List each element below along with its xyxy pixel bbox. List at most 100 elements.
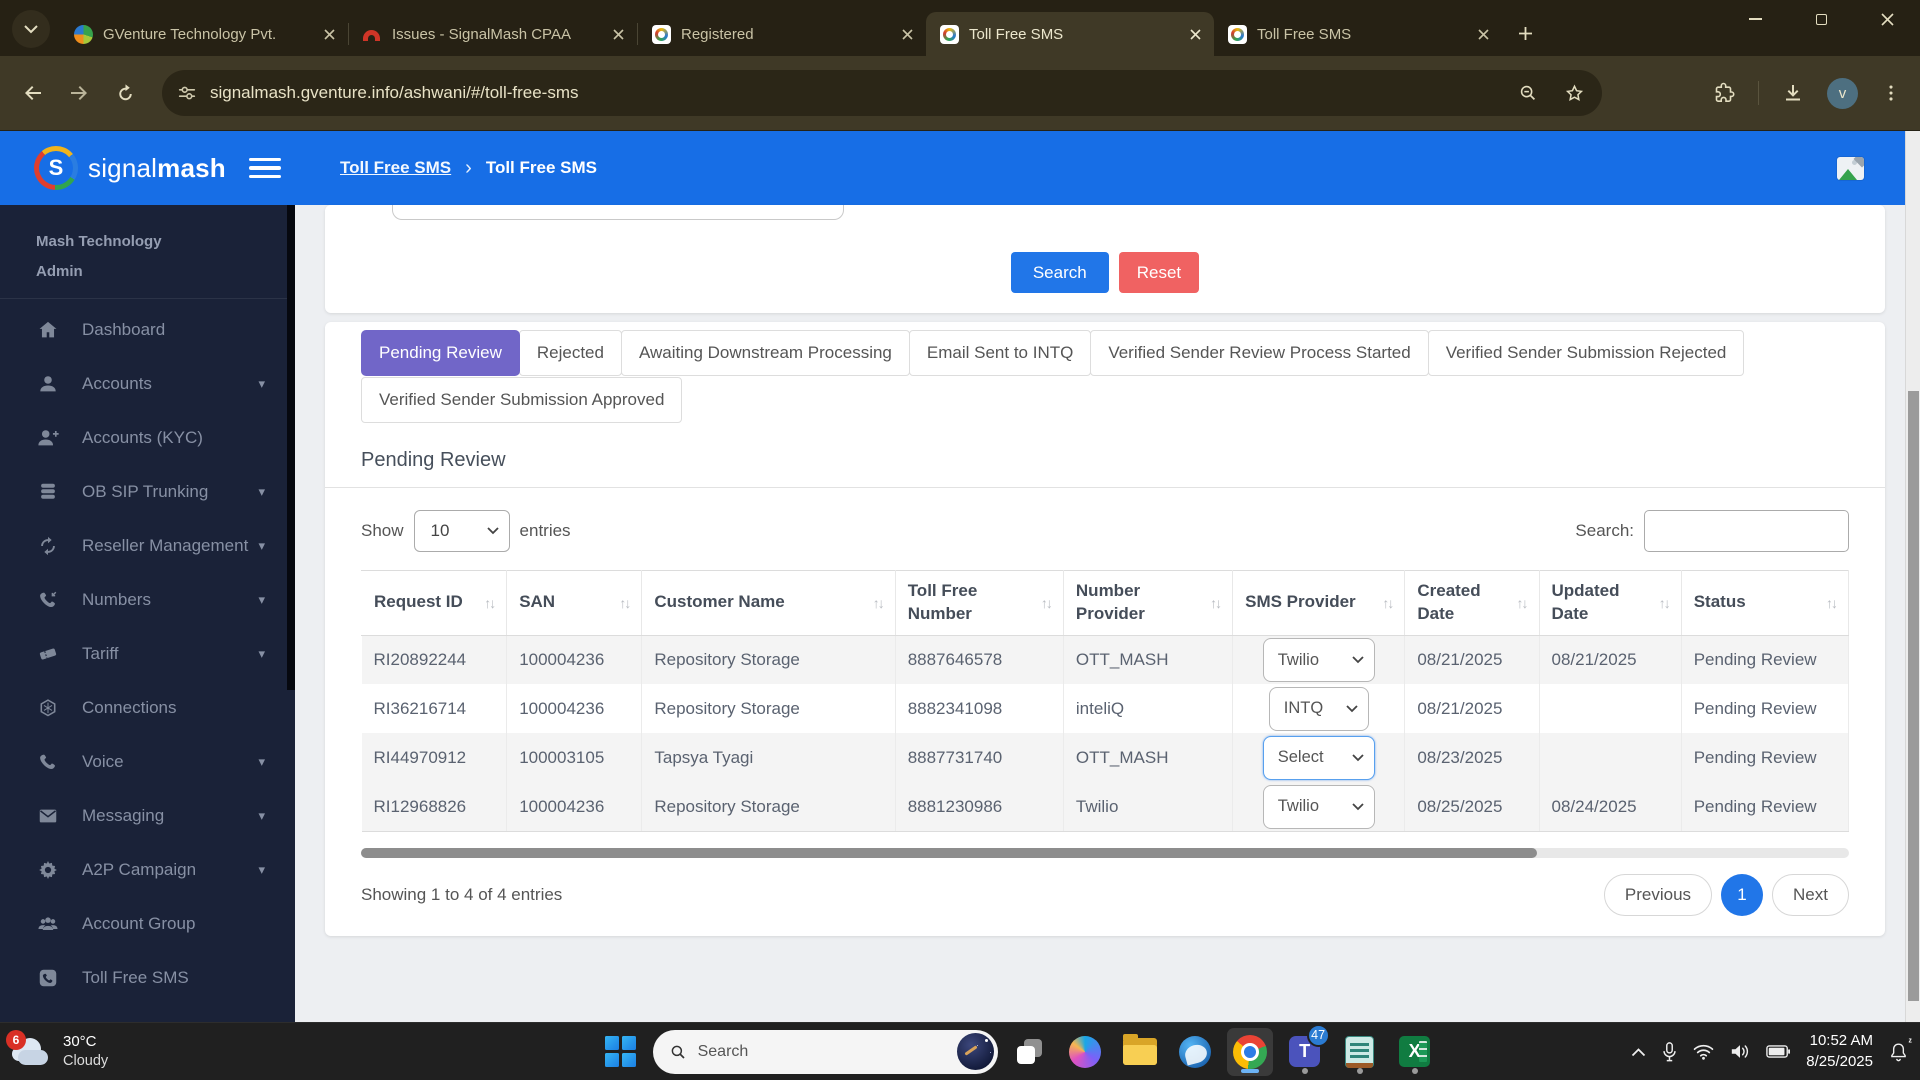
sort-icon[interactable]: [1382, 595, 1392, 611]
taskbar-search[interactable]: Search: [653, 1030, 998, 1074]
wifi-tray-icon[interactable]: [1693, 1044, 1714, 1060]
sidebar-item-tariff[interactable]: Tariff: [0, 627, 295, 681]
page-size-select[interactable]: 10: [414, 510, 510, 552]
reset-button[interactable]: Reset: [1119, 252, 1199, 293]
sort-icon[interactable]: [1517, 595, 1527, 611]
page-vertical-scrollbar[interactable]: [1905, 131, 1920, 1022]
search-highlight-image[interactable]: [957, 1033, 994, 1070]
file-explorer-button[interactable]: [1117, 1028, 1163, 1076]
status-tab-awaiting-downstream[interactable]: Awaiting Downstream Processing: [621, 330, 910, 376]
bookmark-star-icon[interactable]: [1563, 82, 1586, 105]
sort-icon[interactable]: [873, 595, 883, 611]
site-info-icon[interactable]: [176, 82, 198, 104]
notifications-button[interactable]: ᶻ: [1889, 1042, 1908, 1062]
downloads-icon[interactable]: [1781, 81, 1805, 105]
window-minimize-button[interactable]: [1722, 0, 1788, 38]
tab-toll-free-sms-active[interactable]: Toll Free SMS: [926, 12, 1214, 56]
sidebar-item-a2p-campaign[interactable]: A2P Campaign: [0, 843, 295, 897]
col-number-provider[interactable]: Number Provider: [1063, 571, 1232, 636]
sidebar-item-accounts-kyc[interactable]: Accounts (KYC): [0, 411, 295, 465]
reload-button[interactable]: [110, 78, 140, 108]
col-updated-date[interactable]: Updated Date: [1539, 571, 1681, 636]
status-tab-pending-review[interactable]: Pending Review: [361, 330, 520, 376]
new-tab-button[interactable]: [1510, 18, 1540, 48]
col-toll-free-number[interactable]: Toll Free Number: [895, 571, 1063, 636]
col-request-id[interactable]: Request ID: [362, 571, 507, 636]
status-tab-submission-approved[interactable]: Verified Sender Submission Approved: [361, 377, 682, 423]
sms-provider-select[interactable]: Twilio: [1263, 638, 1375, 682]
col-customer-name[interactable]: Customer Name: [642, 571, 895, 636]
microphone-tray-icon[interactable]: [1662, 1042, 1677, 1062]
url-bar[interactable]: signalmash.gventure.info/ashwani/#/toll-…: [162, 70, 1602, 116]
notepad-button[interactable]: [1337, 1028, 1383, 1076]
tray-expand-button[interactable]: [1631, 1047, 1646, 1057]
previous-page-button[interactable]: Previous: [1604, 874, 1712, 916]
col-created-date[interactable]: Created Date: [1405, 571, 1539, 636]
tab-gventure[interactable]: GVenture Technology Pvt.: [60, 12, 348, 56]
sidebar-item-connections[interactable]: Connections: [0, 681, 295, 735]
weather-widget[interactable]: 6 30°C Cloudy: [12, 1032, 108, 1070]
status-tab-email-sent-intq[interactable]: Email Sent to INTQ: [909, 330, 1091, 376]
task-view-button[interactable]: [1007, 1028, 1053, 1076]
thunderbird-button[interactable]: [1172, 1028, 1218, 1076]
search-button[interactable]: Search: [1011, 252, 1109, 293]
page-1-button[interactable]: 1: [1721, 874, 1763, 916]
back-button[interactable]: [18, 78, 48, 108]
next-page-button[interactable]: Next: [1772, 874, 1849, 916]
sort-icon[interactable]: [1041, 595, 1051, 611]
window-close-button[interactable]: [1854, 0, 1920, 38]
extensions-icon[interactable]: [1712, 81, 1736, 105]
sidebar-item-numbers[interactable]: Numbers: [0, 573, 295, 627]
tab-issues[interactable]: Issues - SignalMash CPAA: [349, 12, 637, 56]
table-search-input[interactable]: [1644, 510, 1849, 552]
brand-logo[interactable]: S signalmash: [0, 131, 295, 205]
col-sms-provider[interactable]: SMS Provider: [1233, 571, 1405, 636]
sort-icon[interactable]: [1826, 595, 1836, 611]
tab-close-icon[interactable]: [609, 25, 627, 43]
search-form-input-partial[interactable]: [392, 205, 844, 220]
zoom-icon[interactable]: [1517, 82, 1539, 104]
start-button[interactable]: [598, 1028, 644, 1076]
sms-provider-select[interactable]: INTQ: [1269, 687, 1369, 731]
tab-close-icon[interactable]: [1474, 25, 1492, 43]
breadcrumb-parent-link[interactable]: Toll Free SMS: [340, 158, 451, 178]
teams-button[interactable]: 47: [1282, 1028, 1328, 1076]
window-maximize-button[interactable]: [1788, 0, 1854, 38]
status-tab-submission-rejected[interactable]: Verified Sender Submission Rejected: [1428, 330, 1745, 376]
clock-widget[interactable]: 10:52 AM 8/25/2025: [1806, 1031, 1873, 1072]
sidebar-item-messaging[interactable]: Messaging: [0, 789, 295, 843]
copilot-button[interactable]: [1062, 1028, 1108, 1076]
sidebar-item-accounts[interactable]: Accounts: [0, 357, 295, 411]
battery-tray-icon[interactable]: [1766, 1045, 1790, 1058]
chrome-button[interactable]: [1227, 1028, 1273, 1076]
col-status[interactable]: Status: [1681, 571, 1848, 636]
sidebar-item-account-group[interactable]: Account Group: [0, 897, 295, 951]
browser-menu-icon[interactable]: [1880, 82, 1902, 104]
col-san[interactable]: SAN: [507, 571, 642, 636]
sms-provider-select[interactable]: Twilio: [1263, 785, 1375, 829]
tab-close-icon[interactable]: [1186, 25, 1204, 43]
sort-icon[interactable]: [484, 595, 494, 611]
scrollbar-thumb[interactable]: [361, 848, 1537, 858]
sidebar-scrollbar[interactable]: [287, 205, 295, 690]
sort-icon[interactable]: [619, 595, 629, 611]
sidebar-item-voice[interactable]: Voice: [0, 735, 295, 789]
sidebar-item-toll-free-sms[interactable]: Toll Free SMS: [0, 951, 295, 1005]
sms-provider-select-focused[interactable]: Select: [1263, 736, 1375, 780]
tab-registered[interactable]: Registered: [638, 12, 926, 56]
sidebar-item-reseller-management[interactable]: Reseller Management: [0, 519, 295, 573]
tab-toll-free-sms-2[interactable]: Toll Free SMS: [1214, 12, 1502, 56]
status-tab-rejected[interactable]: Rejected: [519, 330, 622, 376]
tab-close-icon[interactable]: [320, 25, 338, 43]
sidebar-item-ob-sip-trunking[interactable]: OB SIP Trunking: [0, 465, 295, 519]
sidebar-item-dashboard[interactable]: Dashboard: [0, 303, 295, 357]
excel-button[interactable]: [1392, 1028, 1438, 1076]
sort-icon[interactable]: [1659, 595, 1669, 611]
volume-tray-icon[interactable]: [1730, 1043, 1750, 1060]
status-tab-review-process-started[interactable]: Verified Sender Review Process Started: [1090, 330, 1428, 376]
table-horizontal-scrollbar[interactable]: [361, 848, 1849, 858]
tab-search-button[interactable]: [12, 10, 50, 48]
tab-close-icon[interactable]: [898, 25, 916, 43]
sort-icon[interactable]: [1210, 595, 1220, 611]
scrollbar-thumb[interactable]: [1908, 391, 1919, 1001]
